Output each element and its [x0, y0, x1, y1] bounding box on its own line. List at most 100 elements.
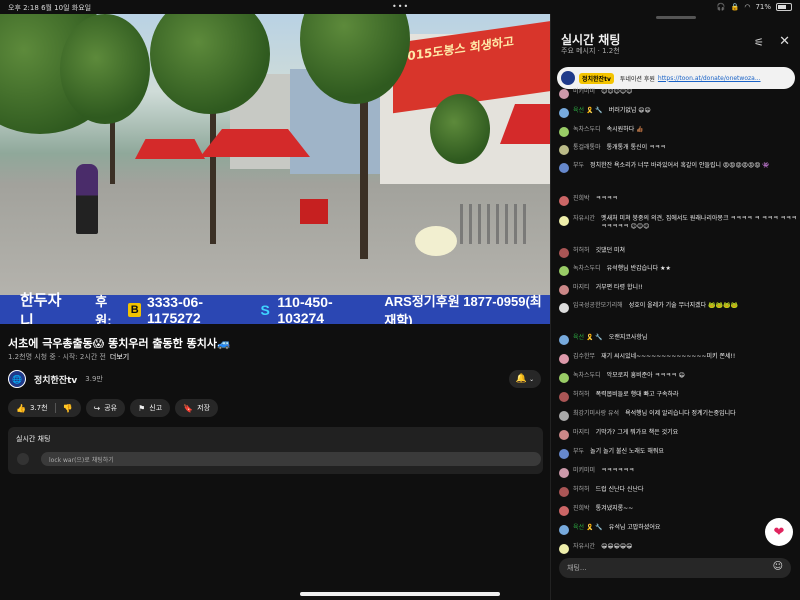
- flowers: [415, 226, 457, 256]
- chat-author[interactable]: 허허허: [573, 486, 590, 494]
- chat-avatar[interactable]: [559, 430, 569, 440]
- share-button[interactable]: ↪ 공유: [85, 399, 126, 417]
- multitask-dots[interactable]: •••: [392, 2, 409, 11]
- chat-author[interactable]: 부두: [573, 162, 584, 170]
- chat-author[interactable]: 미키미미: [573, 467, 595, 475]
- chat-mode-selector[interactable]: 주요 메시지 · 1.2천: [561, 46, 620, 56]
- chat-avatar[interactable]: [559, 373, 569, 383]
- chat-message[interactable]: 최강기미사랑 유석 욕석행님 이제 알리습니다 정계기는중입니다: [559, 410, 797, 429]
- chat-message[interactable]: 허허허 폭력몹비들로 행대 빠고 구속하라: [559, 391, 797, 410]
- chat-message[interactable]: 육선 🎗️ 🔧 버러기없넘 😄😄: [559, 107, 797, 126]
- chat-message-list[interactable]: 미키미미 😊😊😊😊😊 육선 🎗️ 🔧 버러기없넘 😄😄 녹차스두디 속시원하다 👍🏾 통걸래…: [559, 88, 797, 562]
- wifi-icon: ◠: [744, 3, 751, 11]
- drag-handle[interactable]: [656, 16, 696, 19]
- chat-avatar[interactable]: [559, 506, 569, 516]
- chat-avatar[interactable]: [559, 303, 569, 313]
- chat-author[interactable]: 자유시간: [573, 215, 595, 223]
- chat-author[interactable]: 마지티: [573, 284, 590, 292]
- chat-message[interactable]: 미키미미 😊😊😊😊😊: [559, 88, 797, 107]
- chat-avatar[interactable]: [559, 449, 569, 459]
- more-link[interactable]: 더보기: [110, 353, 129, 361]
- chat-message[interactable]: 입국성공한모기리해 성호이 올레가 기술 무너지겠다 🐸🐸🐸🐸: [559, 302, 797, 334]
- chat-message[interactable]: 김수한무 재기 씨시있네~~~~~~~~~~~~~~미키 쫀세!!: [559, 353, 797, 372]
- chat-avatar[interactable]: [559, 411, 569, 421]
- chat-avatar[interactable]: [559, 468, 569, 478]
- chat-message[interactable]: 미키미미 ㅋㅋㅋㅋㅋㅋ: [559, 467, 797, 486]
- chat-author[interactable]: 마지티: [573, 429, 590, 437]
- emoji-icon[interactable]: ☺: [773, 561, 783, 572]
- chat-message[interactable]: 자유시간 멧새처 미쳐 붕중의 의견, 집에서도 원래나리아몽크 ㅋㅋㅋㅋ ㅋ ㅋ…: [559, 215, 797, 247]
- filter-icon[interactable]: ⚟: [754, 36, 764, 49]
- chat-message[interactable]: 마지티 기막가? 그게 뭐가요 책은 것기요: [559, 429, 797, 448]
- pinned-link[interactable]: https://toon.at/donate/onetwoza...: [658, 75, 761, 82]
- video-player[interactable]: 1015도봉스 회생하고 한두자니 후원: B 3333-06-1175272 …: [0, 14, 550, 324]
- chat-avatar[interactable]: [559, 89, 569, 99]
- chat-author[interactable]: 김수한무: [573, 353, 595, 361]
- chat-author[interactable]: 허허허: [573, 391, 590, 399]
- chat-avatar[interactable]: [559, 354, 569, 364]
- chat-avatar[interactable]: [559, 145, 569, 155]
- chat-input[interactable]: 채팅... ☺: [559, 558, 791, 578]
- chat-message[interactable]: 진희박 통겨냈지롱~~: [559, 505, 797, 524]
- pinned-message[interactable]: 정치한잔tv 투네이션 후원 https://toon.at/donate/on…: [557, 67, 795, 89]
- chat-avatar[interactable]: [559, 196, 569, 206]
- live-chat-preview-input[interactable]: lock war(으)로 채팅하기: [41, 452, 541, 466]
- channel-name[interactable]: 정치한잔tv: [34, 373, 77, 386]
- chat-author[interactable]: 미키미미: [573, 88, 595, 96]
- channel-row[interactable]: 🌐 정치한잔tv 3.9만: [8, 370, 103, 388]
- chat-author[interactable]: 녹차스두디: [573, 265, 601, 273]
- chat-text: 거부편 타령 합니!!: [595, 284, 643, 291]
- chat-text: 기막가? 그게 뭐가요 책은 것기요: [595, 429, 679, 436]
- chat-message[interactable]: 녹차스두디 속시원하다 👍🏾: [559, 126, 797, 144]
- live-chat-preview[interactable]: 실시간 채팅 lock war(으)로 채팅하기: [8, 427, 543, 474]
- chat-avatar[interactable]: [559, 285, 569, 295]
- channel-avatar[interactable]: 🌐: [8, 370, 26, 388]
- chat-avatar[interactable]: [559, 248, 569, 258]
- chat-message[interactable]: 통걸래통마 통개통개 통신이 ㅋㅋㅋ: [559, 144, 797, 162]
- chat-author[interactable]: 육선 🎗️ 🔧: [573, 524, 603, 532]
- chat-author[interactable]: 허허허: [573, 247, 590, 255]
- chat-author[interactable]: 최강기미사랑 유석: [573, 410, 619, 418]
- like-dislike-button[interactable]: 👍 3.7천 👎: [8, 399, 81, 417]
- chat-avatar[interactable]: [559, 335, 569, 345]
- chat-author[interactable]: 자유시간: [573, 543, 595, 551]
- chat-message[interactable]: 육선 🎗️ 🔧 유석님 고맙하셨어요: [559, 524, 797, 543]
- chat-message[interactable]: 부두 정치한잔 욕소리가 너무 바라있어서 혹갈이 안들립니 😡😡😡😡😡😡 👾: [559, 162, 797, 195]
- chat-author[interactable]: 부두: [573, 448, 584, 456]
- chat-author[interactable]: 입국성공한모기리해: [573, 302, 623, 310]
- chat-author[interactable]: 진희박: [573, 195, 590, 203]
- chat-message[interactable]: 육선 🎗️ 🔧 오랜지코사항님: [559, 334, 797, 353]
- chat-message[interactable]: 마지티 거부편 타령 합니!!: [559, 284, 797, 302]
- chat-author[interactable]: 녹차스두디: [573, 126, 601, 134]
- chat-avatar[interactable]: [559, 392, 569, 402]
- chat-avatar[interactable]: [559, 487, 569, 497]
- report-button[interactable]: ⚑ 신고: [130, 399, 171, 417]
- chat-avatar[interactable]: [559, 163, 569, 173]
- chat-author[interactable]: 통걸래통마: [573, 144, 601, 152]
- chat-message[interactable]: 부두 놀기 놀기 불신 노래도 해줘요: [559, 448, 797, 467]
- chat-avatar[interactable]: [559, 127, 569, 137]
- close-icon[interactable]: ✕: [779, 34, 790, 49]
- thumbs-down-icon[interactable]: 👎: [63, 404, 73, 413]
- chat-avatar[interactable]: [559, 525, 569, 535]
- notification-bell-button[interactable]: 🔔 ⌄: [509, 370, 541, 388]
- chat-text: 통겨냈지롱~~: [595, 505, 634, 512]
- chat-avatar[interactable]: [559, 266, 569, 276]
- chat-message[interactable]: 녹차스두디 악모로지 흥비준아 ㅋㅋㅋㅋ 😄: [559, 372, 797, 391]
- chat-author[interactable]: 육선 🎗️ 🔧: [573, 107, 603, 115]
- chat-message[interactable]: 허허허 드럽 신난다 신난다: [559, 486, 797, 505]
- thumbs-up-icon[interactable]: 👍: [16, 404, 26, 413]
- chat-avatar[interactable]: [559, 544, 569, 554]
- chat-message[interactable]: 녹차스두디 유석행님 반갑습니다 ★★: [559, 265, 797, 284]
- chat-message[interactable]: 허허허 깃댔던 미쳐: [559, 247, 797, 265]
- home-indicator[interactable]: [300, 592, 500, 596]
- save-button[interactable]: 🔖 저장: [175, 399, 219, 417]
- chat-author[interactable]: 녹차스두디: [573, 372, 601, 380]
- chat-text: 깃댔던 미쳐: [595, 247, 626, 254]
- chat-message[interactable]: 진희박 ㅋㅋㅋㅋ: [559, 195, 797, 215]
- chat-author[interactable]: 진희박: [573, 505, 590, 513]
- heart-reaction-button[interactable]: ❤: [765, 518, 793, 546]
- chat-avatar[interactable]: [559, 108, 569, 118]
- chat-avatar[interactable]: [559, 216, 569, 226]
- chat-author[interactable]: 육선 🎗️ 🔧: [573, 334, 603, 342]
